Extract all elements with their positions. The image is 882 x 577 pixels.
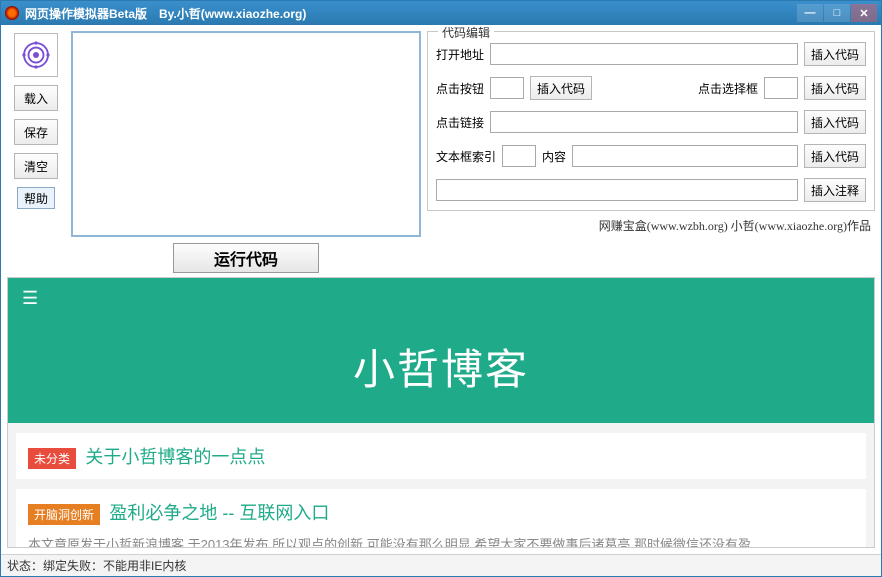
close-button[interactable]: ✕ xyxy=(851,4,877,22)
comment-input[interactable] xyxy=(436,179,798,201)
run-button[interactable]: 运行代码 xyxy=(173,243,319,273)
post-excerpt: 本文章原发于小哲新浪博客,于2013年发布,所以观点的创新,可能没有那么明显,希… xyxy=(28,535,854,547)
category-badge[interactable]: 未分类 xyxy=(28,448,76,469)
site-title: 小哲博客 xyxy=(8,318,874,423)
post-title-link[interactable]: 关于小哲博客的一点点 xyxy=(85,447,265,467)
post-title-link[interactable]: 盈利必争之地 -- 互联网入口 xyxy=(109,503,329,523)
click-button-label: 点击按钮 xyxy=(436,80,484,97)
browser-scroll[interactable]: ☰ 小哲博客 未分类 关于小哲博客的一点点 开脑洞创新 盈利必争之地 -- 互联… xyxy=(8,278,874,547)
target-icon xyxy=(21,40,51,70)
open-url-input[interactable] xyxy=(490,43,798,65)
click-select-label: 点击选择框 xyxy=(698,80,758,97)
post-item: 开脑洞创新 盈利必争之地 -- 互联网入口 本文章原发于小哲新浪博客,于2013… xyxy=(16,489,866,547)
credit-text: 网赚宝盒(www.wzbh.org) 小哲(www.xiaozhe.org)作品 xyxy=(427,211,875,234)
content-label: 内容 xyxy=(542,148,566,165)
status-label: 状态： xyxy=(7,557,43,574)
insert-code-button[interactable]: 插入代码 xyxy=(804,144,866,168)
minimize-button[interactable]: — xyxy=(797,4,823,22)
target-icon-button[interactable] xyxy=(14,33,58,77)
save-button[interactable]: 保存 xyxy=(14,119,58,145)
clear-button[interactable]: 清空 xyxy=(14,153,58,179)
menu-icon[interactable]: ☰ xyxy=(22,288,38,309)
insert-code-button[interactable]: 插入代码 xyxy=(804,76,866,100)
click-link-label: 点击链接 xyxy=(436,114,484,131)
click-select-input[interactable] xyxy=(764,77,798,99)
insert-code-button[interactable]: 插入代码 xyxy=(530,76,592,100)
code-textarea[interactable] xyxy=(71,31,421,237)
window-title: 网页操作模拟器Beta版 By.小哲(www.xiaozhe.org) xyxy=(25,5,796,22)
code-editor-group: 代码编辑 打开地址 插入代码 点击按钮 插入代码 点击选择框 插入代码 xyxy=(427,31,875,211)
status-bar: 状态： 绑定失败：不能用非IE内核 xyxy=(1,554,881,576)
browser-preview: ☰ 小哲博客 未分类 关于小哲博客的一点点 开脑洞创新 盈利必争之地 -- 互联… xyxy=(7,277,875,548)
open-url-label: 打开地址 xyxy=(436,46,484,63)
click-button-input[interactable] xyxy=(490,77,524,99)
group-legend: 代码编辑 xyxy=(438,25,494,41)
category-badge[interactable]: 开脑洞创新 xyxy=(28,504,100,525)
status-text: 绑定失败：不能用非IE内核 xyxy=(43,557,186,574)
click-link-input[interactable] xyxy=(490,111,798,133)
textbox-index-label: 文本框索引 xyxy=(436,148,496,165)
load-button[interactable]: 载入 xyxy=(14,85,58,111)
help-button[interactable]: 帮助 xyxy=(17,187,55,209)
textbox-index-input[interactable] xyxy=(502,145,536,167)
content-input[interactable] xyxy=(572,145,798,167)
maximize-button[interactable]: □ xyxy=(824,4,850,22)
insert-comment-button[interactable]: 插入注释 xyxy=(804,178,866,202)
titlebar: 网页操作模拟器Beta版 By.小哲(www.xiaozhe.org) — □ … xyxy=(1,1,881,25)
insert-code-button[interactable]: 插入代码 xyxy=(804,42,866,66)
app-icon xyxy=(5,6,19,20)
post-item: 未分类 关于小哲博客的一点点 xyxy=(16,433,866,479)
insert-code-button[interactable]: 插入代码 xyxy=(804,110,866,134)
